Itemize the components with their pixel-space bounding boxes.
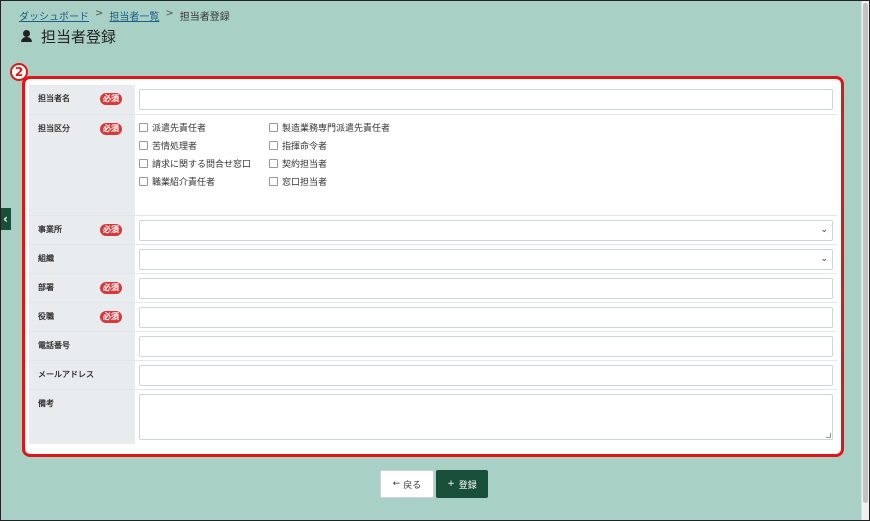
phone-label: 電話番号	[38, 341, 70, 350]
office-select[interactable]: ⌄	[139, 220, 833, 241]
back-button[interactable]: ← 戻る	[380, 470, 434, 498]
breadcrumb-separator: >	[95, 8, 104, 19]
page-header: 担当者登録	[20, 26, 116, 47]
category-option[interactable]: 職業紹介責任者	[139, 175, 269, 188]
back-button-label: 戻る	[403, 480, 422, 491]
organization-label: 組織	[38, 254, 54, 263]
option-label: 指揮命令者	[282, 142, 328, 152]
checkbox[interactable]	[139, 141, 148, 150]
register-button-label: 登録	[458, 480, 477, 491]
position-input[interactable]	[139, 307, 833, 328]
category-option[interactable]: 製造業務専門派遣先責任者	[269, 121, 419, 134]
category-option[interactable]: 苦情処理者	[139, 139, 269, 152]
name-label-cell: 担当者名 必須	[29, 85, 135, 114]
scrollbar-thumb[interactable]	[863, 3, 868, 503]
form-row-category: 担当区分 必須 派遣先責任者 製造業務専門派遣先責任者 苦情処理者 指揮命令者 …	[29, 115, 837, 216]
vertical-scrollbar[interactable]	[861, 1, 869, 520]
checkbox[interactable]	[269, 177, 278, 186]
name-label: 担当者名	[38, 94, 70, 103]
register-button[interactable]: + 登録	[436, 470, 488, 498]
option-label: 派遣先責任者	[152, 124, 207, 134]
required-badge: 必須	[100, 224, 122, 236]
category-checkbox-group: 派遣先責任者 製造業務専門派遣先責任者 苦情処理者 指揮命令者 請求に関する問合…	[139, 119, 833, 188]
category-option[interactable]: 指揮命令者	[269, 139, 419, 152]
option-label: 窓口担当者	[282, 178, 328, 188]
form-row-email: メールアドレス	[29, 361, 837, 390]
notes-label: 備考	[38, 399, 54, 408]
annotation-marker: 2	[10, 63, 28, 81]
chevron-down-icon: ⌄	[820, 225, 828, 235]
organization-select[interactable]: ⌄	[139, 249, 833, 270]
organization-label-cell: 組織	[29, 245, 135, 273]
required-badge: 必須	[100, 123, 122, 135]
category-option[interactable]: 契約担当者	[269, 157, 419, 170]
form-row-name: 担当者名 必須	[29, 85, 837, 115]
department-input[interactable]	[139, 278, 833, 299]
email-label-cell: メールアドレス	[29, 361, 135, 389]
checkbox[interactable]	[269, 159, 278, 168]
form-row-office: 事業所 必須 ⌄	[29, 216, 837, 245]
required-badge: 必須	[100, 282, 122, 294]
required-badge: 必須	[100, 93, 122, 105]
option-label: 職業紹介責任者	[152, 178, 216, 188]
notes-textarea[interactable]	[139, 394, 833, 440]
form-row-position: 役職 必須	[29, 303, 837, 332]
staff-form: 担当者名 必須 担当区分 必須 派遣先責任者 製造業務専門派遣先責任者 苦情処理…	[22, 76, 844, 457]
category-option[interactable]: 派遣先責任者	[139, 121, 269, 134]
phone-label-cell: 電話番号	[29, 332, 135, 360]
sidebar-toggle-button[interactable]: ‹	[0, 208, 11, 230]
position-label: 役職	[38, 312, 54, 321]
category-label: 担当区分	[38, 124, 70, 133]
breadcrumb-staff-list-link[interactable]: 担当者一覧	[109, 8, 159, 23]
name-input[interactable]	[139, 89, 833, 110]
plus-icon: +	[447, 479, 455, 489]
checkbox[interactable]	[269, 123, 278, 132]
required-badge: 必須	[100, 311, 122, 323]
option-label: 苦情処理者	[152, 142, 198, 152]
office-label: 事業所	[38, 225, 62, 234]
chevron-left-icon: ‹	[3, 212, 8, 226]
page-title: 担当者登録	[41, 28, 117, 46]
option-label: 契約担当者	[282, 160, 328, 170]
arrow-left-icon: ←	[392, 479, 401, 489]
chevron-down-icon: ⌄	[820, 254, 828, 264]
breadcrumb: ダッシュボード > 担当者一覧 > 担当者登録	[19, 8, 230, 23]
form-row-phone: 電話番号	[29, 332, 837, 361]
department-label-cell: 部署 必須	[29, 274, 135, 302]
form-row-notes: 備考	[29, 390, 837, 444]
category-option[interactable]: 窓口担当者	[269, 175, 419, 188]
option-label: 製造業務専門派遣先責任者	[282, 124, 391, 134]
breadcrumb-current: 担当者登録	[179, 12, 230, 23]
form-row-organization: 組織 ⌄	[29, 245, 837, 274]
resize-handle-icon[interactable]	[826, 433, 831, 438]
checkbox[interactable]	[139, 177, 148, 186]
person-icon	[20, 30, 33, 43]
email-input[interactable]	[139, 365, 833, 386]
checkbox[interactable]	[139, 123, 148, 132]
option-label: 請求に関する問合せ窓口	[152, 160, 252, 170]
email-label: メールアドレス	[38, 370, 94, 379]
position-label-cell: 役職 必須	[29, 303, 135, 331]
breadcrumb-dashboard-link[interactable]: ダッシュボード	[19, 8, 89, 23]
category-label-cell: 担当区分 必須	[29, 115, 135, 215]
category-option[interactable]: 請求に関する問合せ窓口	[139, 157, 269, 170]
breadcrumb-separator: >	[165, 8, 174, 19]
department-label: 部署	[38, 283, 54, 292]
phone-input[interactable]	[139, 336, 833, 357]
notes-label-cell: 備考	[29, 390, 135, 444]
checkbox[interactable]	[269, 141, 278, 150]
checkbox[interactable]	[139, 159, 148, 168]
office-label-cell: 事業所 必須	[29, 216, 135, 244]
form-row-department: 部署 必須	[29, 274, 837, 303]
